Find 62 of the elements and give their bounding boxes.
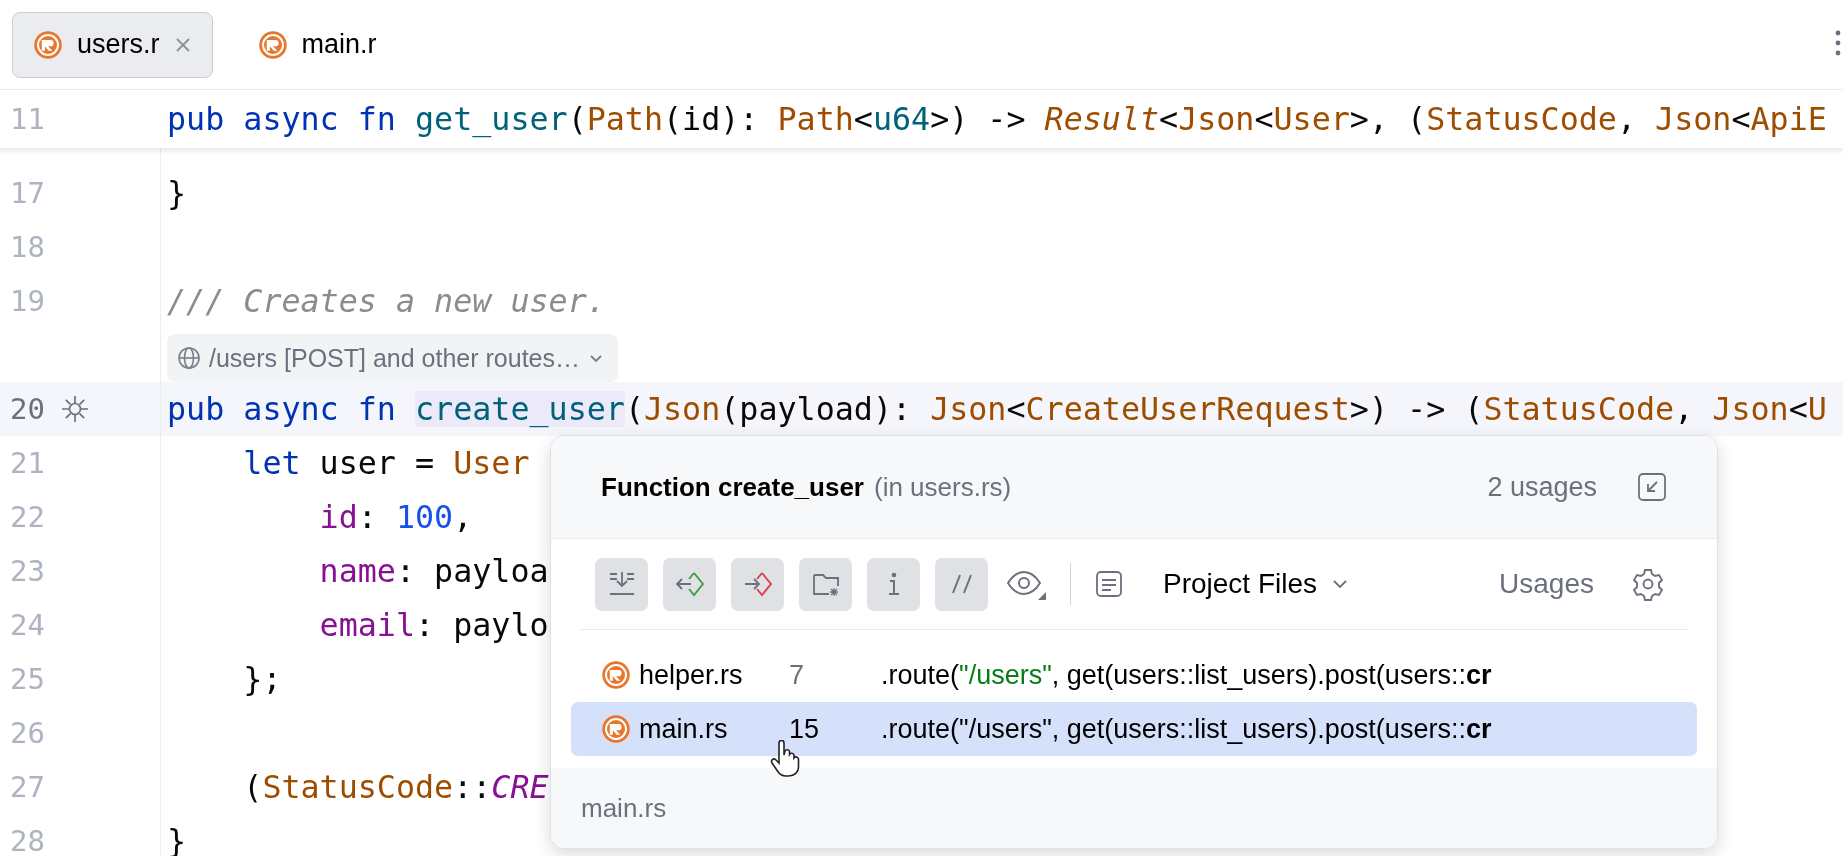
code-line: pub async fn create_user(Json(payload): Json<CreateUserRequest>) -> (StatusCode, Json<U xyxy=(166,391,1827,427)
line-number: 22 xyxy=(9,500,46,534)
code-line: let user = User xyxy=(242,445,530,481)
footer-path: main.rs xyxy=(581,792,667,824)
line-number: 21 xyxy=(9,446,46,480)
usage-line-number: 15 xyxy=(788,713,821,745)
usages-label: Usages xyxy=(1499,568,1594,600)
usage-row[interactable]: main.rs 15 .route("/users", get(users::list_users).post(users::cr xyxy=(571,702,1697,756)
route-hint[interactable]: /users [POST] and other routes… xyxy=(167,334,618,382)
popup-context: (in users.rs) xyxy=(874,471,1012,503)
line-number: 18 xyxy=(9,230,46,264)
line-number: 28 xyxy=(9,824,46,856)
usage-snippet: .route("/users", get(users::list_users).post(users::cr xyxy=(881,713,1492,745)
filter-toggle[interactable] xyxy=(595,557,648,611)
info-icon xyxy=(887,572,900,596)
file-type-icon xyxy=(257,29,288,60)
popup-title: Function create_user xyxy=(601,471,864,503)
list-icon[interactable] xyxy=(1094,569,1124,599)
tab-label: main.r xyxy=(301,29,377,60)
line-number: 23 xyxy=(9,554,46,588)
globe-icon xyxy=(177,346,201,370)
line-number: 25 xyxy=(9,662,46,696)
line-number: 24 xyxy=(9,608,46,642)
filter-toggle[interactable] xyxy=(799,557,852,611)
line-number: 27 xyxy=(9,770,46,804)
line-number: 19 xyxy=(9,284,46,318)
code-line: email: paylo xyxy=(318,607,549,643)
filter-toggle[interactable] xyxy=(935,557,988,611)
settings-icon[interactable] xyxy=(1631,567,1665,601)
code-line: pub async fn get_user(Path(id): Path<u64>) -> Result<Json<User>, (StatusCode, Json<ApiE xyxy=(167,101,1827,137)
filter-toggle[interactable] xyxy=(731,557,784,611)
line-number: 20 xyxy=(9,392,46,426)
file-tab[interactable]: users.r xyxy=(12,11,213,78)
line-number: 11 xyxy=(9,102,46,136)
usage-row[interactable]: helper.rs 7 .route("/users", get(users::list_users).post(users::cr xyxy=(571,648,1697,702)
code-line: } xyxy=(166,175,187,211)
file-type-icon xyxy=(601,714,631,744)
usage-file: helper.rs xyxy=(639,659,744,691)
eye-icon[interactable] xyxy=(1005,568,1047,600)
file-type-icon xyxy=(601,660,631,690)
line-number: 26 xyxy=(9,716,46,750)
collapse-icon[interactable] xyxy=(1637,472,1667,502)
sun-icon[interactable] xyxy=(60,394,90,424)
more-icon[interactable] xyxy=(1835,30,1841,56)
hint-text: /users [POST] and other routes… xyxy=(209,343,580,373)
filter-toggle[interactable] xyxy=(867,557,920,611)
scope-dropdown[interactable]: Project Files xyxy=(1163,568,1350,600)
code-line: id: 100, xyxy=(318,499,473,535)
line-number: 17 xyxy=(9,176,46,210)
tab-label: users.r xyxy=(77,29,160,60)
code-line: name: payloa xyxy=(318,553,549,589)
usage-line-number: 7 xyxy=(788,659,806,691)
code-line: /// Creates a new user. xyxy=(166,283,606,319)
usage-count: 2 usages xyxy=(1487,471,1597,503)
close-icon[interactable] xyxy=(173,35,192,54)
usage-file: main.rs xyxy=(639,713,729,745)
filter-toggle[interactable] xyxy=(663,557,716,611)
code-line: }; xyxy=(242,661,282,697)
code-line: (StatusCode::CRE xyxy=(242,769,549,805)
file-tab[interactable]: main.r xyxy=(236,11,398,78)
usage-snippet: .route("/users", get(users::list_users).post(users::cr xyxy=(881,659,1492,691)
file-type-icon xyxy=(33,29,63,60)
